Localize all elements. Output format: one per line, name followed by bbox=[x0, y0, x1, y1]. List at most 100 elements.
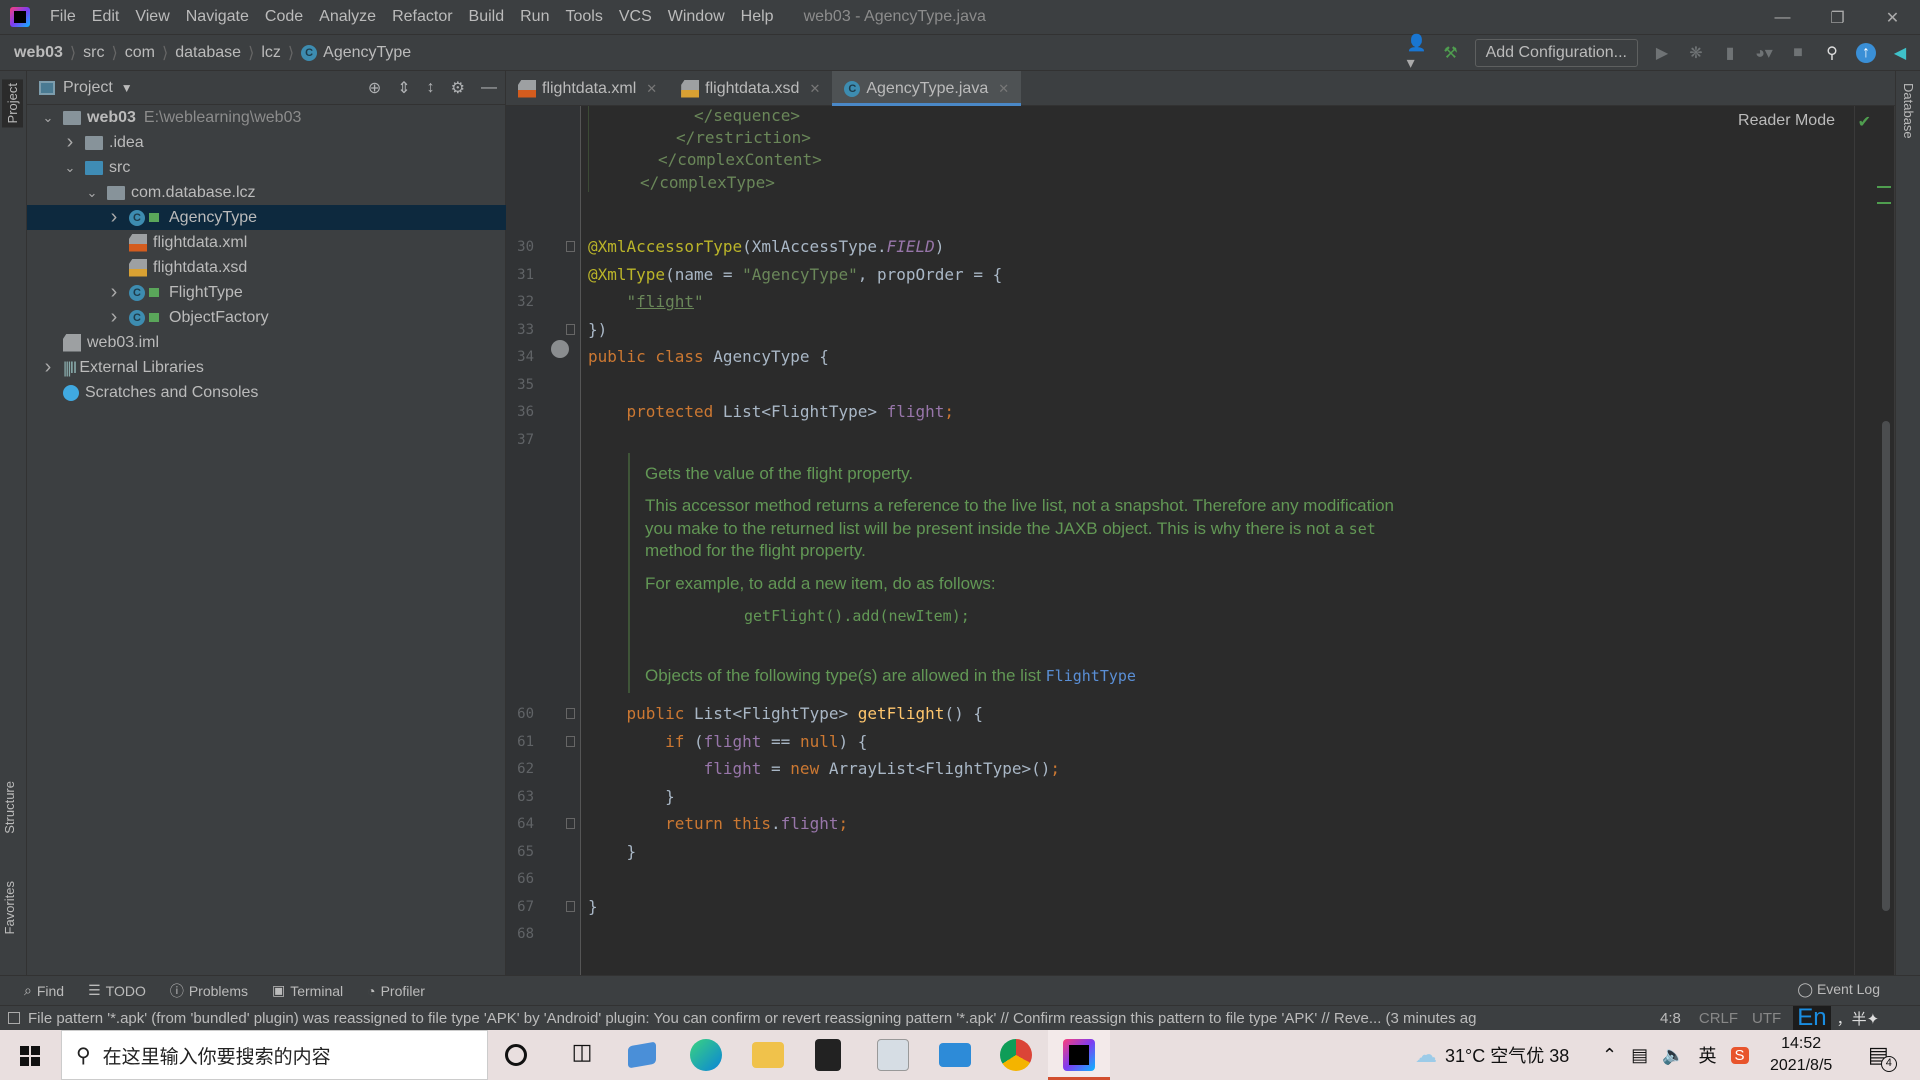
coverage-icon[interactable]: ▮ bbox=[1720, 43, 1740, 63]
database-tool-tab[interactable]: Database bbox=[1901, 83, 1916, 139]
gear-icon[interactable]: ⚙ bbox=[451, 78, 465, 98]
inspection-ok-icon[interactable]: ✔ bbox=[1858, 112, 1871, 132]
tree-item[interactable]: flightdata.xsd bbox=[27, 255, 506, 280]
minimize-button[interactable]: — bbox=[1755, 0, 1810, 35]
sogou-icon[interactable]: S bbox=[1730, 1046, 1749, 1064]
build-hammer-icon[interactable]: ⚒ bbox=[1441, 43, 1461, 63]
code-editor[interactable]: 30 31 32 33 34 35 36 37 60 61 62 63 64 65 66 67 68 </seq… bbox=[506, 106, 1895, 975]
start-button[interactable] bbox=[20, 1046, 40, 1066]
update-icon[interactable]: ↑ bbox=[1856, 43, 1876, 63]
menu-code[interactable]: Code bbox=[257, 8, 311, 26]
cortana-icon[interactable] bbox=[505, 1044, 527, 1066]
breadcrumb-item[interactable]: web03 bbox=[14, 44, 63, 62]
close-window-button[interactable]: ✕ bbox=[1865, 0, 1920, 35]
web-service-gutter-icon[interactable] bbox=[551, 340, 569, 358]
file-explorer-icon[interactable] bbox=[752, 1042, 784, 1068]
locate-icon[interactable]: ⊕ bbox=[368, 78, 381, 98]
menu-view[interactable]: View bbox=[127, 8, 177, 26]
tool-todo[interactable]: ☰ TODO bbox=[88, 982, 146, 999]
tree-item[interactable]: › |||Ⅱ External Libraries bbox=[27, 355, 506, 380]
volume-icon[interactable]: 🔈 bbox=[1662, 1045, 1684, 1066]
control-panel-icon[interactable] bbox=[939, 1043, 971, 1067]
chrome-icon[interactable] bbox=[1000, 1039, 1032, 1071]
tree-item[interactable]: › .idea bbox=[27, 130, 506, 155]
tool-terminal[interactable]: ▣ Terminal bbox=[272, 982, 343, 999]
edge-icon[interactable] bbox=[690, 1039, 722, 1071]
menu-build[interactable]: Build bbox=[461, 8, 513, 26]
tree-item[interactable]: ⌄ web03 E:\weblearning\web03 bbox=[27, 105, 506, 130]
intellij-taskbar-button[interactable] bbox=[1048, 1030, 1110, 1080]
profile-icon[interactable]: ◕▾ bbox=[1754, 43, 1774, 63]
computer-app-icon[interactable] bbox=[628, 1041, 656, 1069]
network-icon[interactable]: ▤ bbox=[1631, 1045, 1648, 1066]
menu-navigate[interactable]: Navigate bbox=[178, 8, 257, 26]
show-hidden-icons-icon[interactable]: ⌃ bbox=[1602, 1045, 1617, 1066]
clock[interactable]: 14:52 2021/8/5 bbox=[1770, 1030, 1832, 1080]
menu-edit[interactable]: Edit bbox=[84, 8, 128, 26]
run-icon[interactable]: ▶ bbox=[1652, 43, 1672, 63]
code-with-me-icon[interactable]: ◀ bbox=[1890, 43, 1910, 63]
task-view-icon[interactable]: ◫ bbox=[566, 1039, 598, 1071]
breadcrumb-item[interactable]: com bbox=[125, 44, 155, 62]
add-configuration-button[interactable]: Add Configuration... bbox=[1474, 39, 1638, 67]
ime-mode[interactable]: 英 bbox=[1699, 1042, 1717, 1068]
tree-item[interactable]: › C AgencyType bbox=[27, 205, 506, 230]
store-icon[interactable] bbox=[815, 1039, 841, 1071]
menu-run[interactable]: Run bbox=[512, 8, 557, 26]
fold-marker-icon[interactable] bbox=[566, 901, 575, 912]
tool-find[interactable]: ⌕ Find bbox=[24, 982, 64, 999]
breadcrumb-item[interactable]: database bbox=[175, 44, 241, 62]
menu-file[interactable]: File bbox=[42, 8, 84, 26]
tree-item[interactable]: › C ObjectFactory bbox=[27, 305, 506, 330]
tab-flightdata-xsd[interactable]: flightdata.xsd ✕ bbox=[669, 71, 832, 106]
close-tab-icon[interactable]: ✕ bbox=[809, 81, 820, 97]
chevron-down-icon[interactable]: ⌄ bbox=[85, 185, 99, 201]
menu-tools[interactable]: Tools bbox=[557, 8, 610, 26]
taskbar-search[interactable]: ⚲ 在这里输入你要搜索的内容 bbox=[61, 1030, 488, 1080]
tree-item[interactable]: › C FlightType bbox=[27, 280, 506, 305]
tree-item[interactable]: web03.iml bbox=[27, 330, 506, 355]
tool-profiler[interactable]: ◔ Profiler bbox=[367, 983, 425, 999]
caret-position[interactable]: 4:8 bbox=[1660, 1010, 1681, 1027]
tree-item[interactable]: ⌄ src bbox=[27, 155, 506, 180]
menu-vcs[interactable]: VCS bbox=[611, 8, 660, 26]
fold-marker-icon[interactable] bbox=[566, 324, 575, 335]
tool-problems[interactable]: ⓘ Problems bbox=[170, 981, 248, 1001]
image-app-icon[interactable] bbox=[877, 1039, 909, 1071]
tree-item[interactable]: ⌄ com.database.lcz bbox=[27, 180, 506, 205]
hide-icon[interactable]: — bbox=[481, 79, 497, 97]
status-message[interactable]: File pattern '*.apk' (from 'bundled' plu… bbox=[28, 1010, 1620, 1027]
search-icon[interactable]: ⚲ bbox=[1822, 43, 1842, 63]
file-encoding[interactable]: UTF bbox=[1752, 1010, 1781, 1027]
fold-marker-icon[interactable] bbox=[566, 818, 575, 829]
project-tool-tab[interactable]: Project bbox=[2, 79, 23, 128]
tab-agencytype-java[interactable]: C AgencyType.java ✕ bbox=[832, 71, 1022, 106]
fold-marker-icon[interactable] bbox=[566, 736, 575, 747]
vcs-user-icon[interactable]: 👤▾ bbox=[1407, 35, 1427, 72]
tree-item[interactable]: Scratches and Consoles bbox=[27, 380, 506, 405]
tree-item[interactable]: flightdata.xml bbox=[27, 230, 506, 255]
close-tab-icon[interactable]: ✕ bbox=[646, 81, 657, 97]
breadcrumb-item[interactable]: AgencyType bbox=[323, 44, 411, 62]
expand-all-icon[interactable]: ⇕ bbox=[397, 78, 410, 98]
restore-button[interactable]: ❐ bbox=[1810, 0, 1865, 35]
reader-mode-toggle[interactable]: Reader Mode bbox=[1738, 112, 1835, 130]
chevron-down-icon[interactable]: ▼ bbox=[121, 81, 133, 95]
structure-tool-tab[interactable]: Structure bbox=[2, 781, 17, 834]
event-log-button[interactable]: ◯ Event Log bbox=[1797, 981, 1880, 998]
favorites-tool-tab[interactable]: Favorites bbox=[2, 881, 17, 934]
ime-punct-icon[interactable]: ，半✦ bbox=[1837, 1008, 1880, 1029]
toggle-tool-windows-icon[interactable] bbox=[8, 1012, 20, 1024]
chevron-right-icon[interactable]: › bbox=[107, 306, 121, 329]
chevron-right-icon[interactable]: › bbox=[41, 356, 55, 379]
notification-center-button[interactable]: ▤ 4 bbox=[1868, 1030, 1897, 1080]
menu-refactor[interactable]: Refactor bbox=[384, 8, 460, 26]
editor-scrollbar[interactable] bbox=[1882, 421, 1890, 911]
menu-analyze[interactable]: Analyze bbox=[311, 8, 384, 26]
fold-marker-icon[interactable] bbox=[566, 241, 575, 252]
collapse-all-icon[interactable]: ↕ bbox=[427, 79, 435, 97]
chevron-right-icon[interactable]: › bbox=[107, 281, 121, 304]
breadcrumb-item[interactable]: lcz bbox=[261, 44, 281, 62]
project-view-selector[interactable]: Project bbox=[63, 79, 113, 97]
chevron-right-icon[interactable]: › bbox=[107, 206, 121, 229]
